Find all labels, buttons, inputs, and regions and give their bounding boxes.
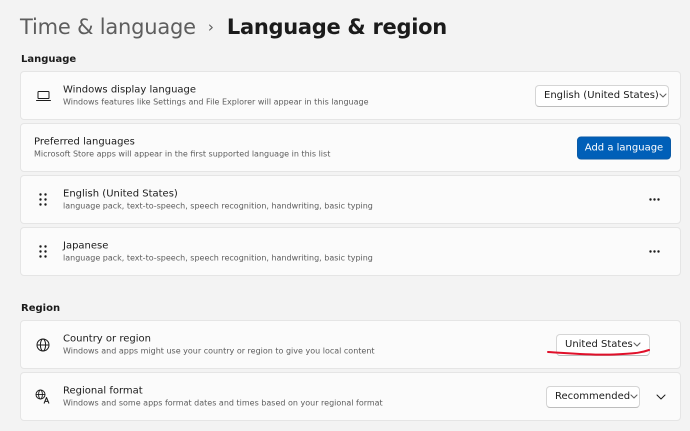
laptop-icon	[35, 88, 51, 104]
language-features: language pack, text-to-speech, speech re…	[63, 201, 373, 210]
breadcrumb: Time & language › Language & region	[20, 10, 447, 44]
chevron-down-icon	[659, 93, 667, 98]
drag-handle-icon[interactable]	[35, 192, 51, 208]
display-language-dropdown[interactable]: English (United States)	[535, 84, 669, 107]
country-region-text: Country or region Windows and apps might…	[63, 332, 375, 357]
breadcrumb-separator-icon: ›	[207, 18, 214, 36]
country-region-card: Country or region Windows and apps might…	[20, 320, 681, 369]
more-options-icon[interactable]	[646, 192, 662, 208]
country-region-title: Country or region	[63, 333, 151, 344]
drag-handle-icon[interactable]	[35, 244, 51, 260]
preferred-languages-subtitle: Microsoft Store apps will appear in the …	[34, 149, 331, 158]
display-language-card: Windows display language Windows feature…	[20, 71, 681, 120]
language-item-text: English (United States) language pack, t…	[63, 187, 373, 212]
regional-format-dropdown[interactable]: Recommended	[546, 385, 640, 408]
expand-chevron-icon[interactable]	[654, 390, 668, 404]
language-item-japanese[interactable]: Japanese language pack, text-to-speech, …	[20, 227, 681, 276]
language-item-english[interactable]: English (United States) language pack, t…	[20, 175, 681, 224]
regional-format-value: Recommended	[555, 391, 631, 402]
section-title-language: Language	[21, 54, 77, 65]
page-title: Language & region	[226, 15, 447, 39]
regional-format-title: Regional format	[63, 385, 143, 396]
chevron-down-icon	[630, 394, 638, 399]
preferred-languages-text: Preferred languages Microsoft Store apps…	[34, 135, 330, 160]
regional-format-subtitle: Windows and some apps format dates and t…	[63, 398, 383, 407]
annotation-underline	[547, 349, 650, 356]
display-language-value: English (United States)	[544, 90, 659, 101]
regional-format-text: Regional format Windows and some apps fo…	[63, 384, 383, 409]
regional-format-card: Regional format Windows and some apps fo…	[20, 372, 681, 421]
language-features: language pack, text-to-speech, speech re…	[63, 253, 373, 262]
regional-format-icon	[35, 389, 51, 405]
language-item-text: Japanese language pack, text-to-speech, …	[63, 239, 373, 264]
country-region-subtitle: Windows and apps might use your country …	[63, 346, 375, 355]
language-name: Japanese	[63, 240, 109, 251]
globe-icon	[35, 337, 51, 353]
add-language-button[interactable]: Add a language	[577, 136, 671, 159]
section-title-region: Region	[21, 303, 61, 314]
preferred-languages-title: Preferred languages	[34, 136, 135, 147]
more-options-icon[interactable]	[646, 244, 662, 260]
language-name: English (United States)	[63, 188, 178, 199]
display-language-subtitle: Windows features like Settings and File …	[63, 97, 369, 106]
preferred-languages-card: Preferred languages Microsoft Store apps…	[20, 123, 681, 172]
breadcrumb-parent[interactable]: Time & language	[20, 15, 196, 39]
display-language-text: Windows display language Windows feature…	[63, 83, 369, 108]
display-language-title: Windows display language	[63, 84, 197, 95]
